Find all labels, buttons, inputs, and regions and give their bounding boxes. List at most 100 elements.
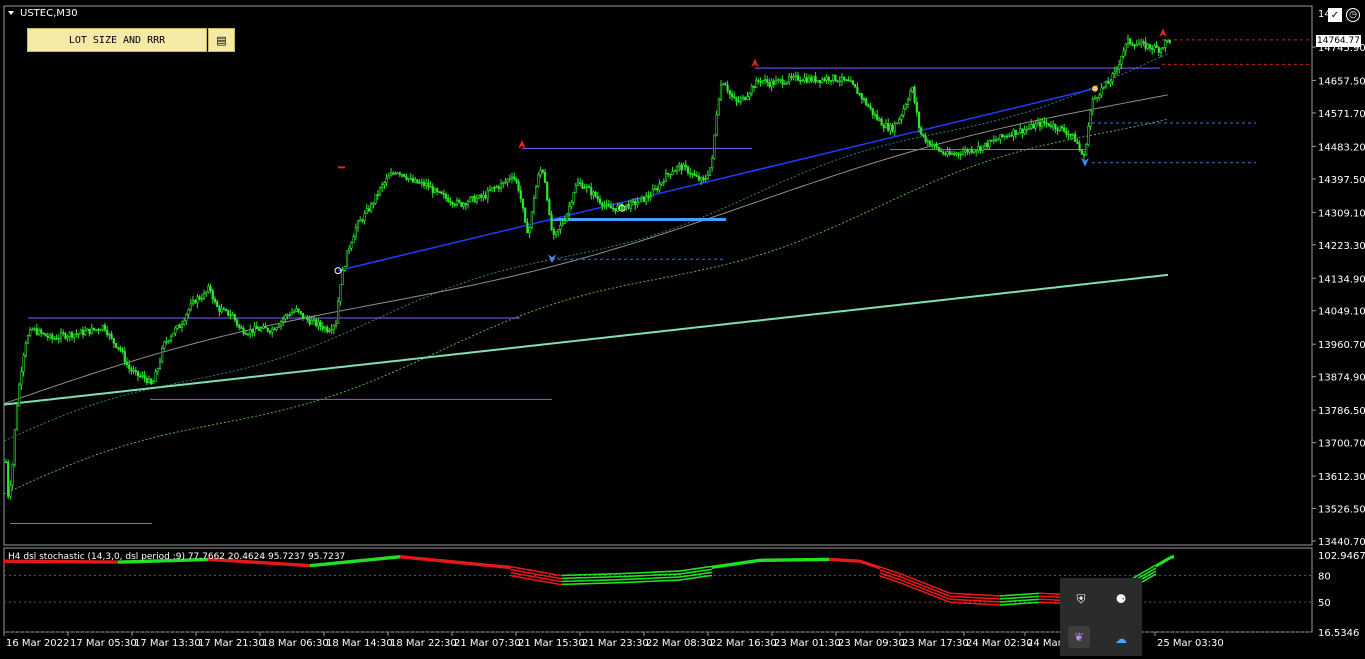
candle-body <box>934 144 936 145</box>
candle-body <box>1154 46 1156 50</box>
candle-body <box>439 192 441 193</box>
candle-body <box>117 347 119 348</box>
stochastic-segment <box>532 570 535 571</box>
candle-body <box>307 317 309 320</box>
candle-body <box>1083 154 1085 155</box>
candle-body <box>406 177 408 180</box>
indicator-axis-label: 16.5346 <box>1318 628 1359 639</box>
candle-body <box>27 336 29 343</box>
feather-app-icon[interactable]: ❦ <box>1068 626 1090 648</box>
candle-body <box>223 309 225 310</box>
checkbox-icon[interactable]: ✓ <box>1328 8 1342 22</box>
shield-check-icon[interactable]: ⛨ <box>1070 588 1092 610</box>
candle-body <box>199 297 201 299</box>
candle-body <box>258 329 260 331</box>
anchor-point-icon <box>1092 86 1098 92</box>
candle-body <box>507 179 509 182</box>
candle-body <box>1129 39 1131 44</box>
indicator-axis-label: 50 <box>1318 598 1331 609</box>
stochastic-segment <box>880 576 883 577</box>
candle-body <box>166 341 168 342</box>
symbol-menu-arrow-icon[interactable] <box>8 11 14 15</box>
candle-body <box>575 186 577 193</box>
candle-body <box>395 173 397 174</box>
calculator-icon[interactable]: ▤ <box>208 28 235 52</box>
stochastic-segment <box>535 571 538 572</box>
candle-body <box>685 165 687 167</box>
clock-icon[interactable]: ◷ <box>1346 8 1360 22</box>
sell-arrow-icon <box>751 58 759 67</box>
time-tick-label: 22 Mar 08:30 <box>646 638 713 649</box>
candle-body <box>577 183 579 186</box>
stochastic-segment <box>532 576 535 577</box>
chart-canvas[interactable]: 102.9467805016.5346 14745.9014657.501457… <box>0 0 1365 656</box>
stochastic-segment <box>925 589 928 590</box>
stochastic-segment <box>1144 576 1147 578</box>
marks-layer <box>335 28 1167 273</box>
candle-body <box>1138 44 1140 45</box>
price-tick-label: 13874.90 <box>1318 373 1365 384</box>
candle-body <box>144 375 146 378</box>
candle-body <box>676 167 678 171</box>
candle-body <box>566 214 568 221</box>
chart-root[interactable]: 102.9467805016.5346 14745.9014657.501457… <box>0 0 1365 656</box>
candle-body <box>271 329 273 332</box>
time-tick-label: 17 Mar 21:30 <box>198 638 265 649</box>
candle-body <box>984 143 986 146</box>
candle-body <box>804 78 806 81</box>
candle-body <box>126 362 128 365</box>
stochastic-segment <box>883 577 886 578</box>
stochastic-segment <box>538 581 541 582</box>
candle-body <box>342 270 344 284</box>
candle-body <box>423 182 425 185</box>
lot-size-button[interactable]: LOT SIZE AND RRR <box>27 28 207 52</box>
candle-body <box>1151 48 1153 49</box>
candle-body <box>874 114 876 115</box>
candle-body <box>232 315 234 316</box>
stochastic-segment <box>1150 567 1153 569</box>
stochastic-segment <box>544 573 547 574</box>
stochastic-segment <box>865 564 868 565</box>
candle-body <box>1002 135 1004 137</box>
candle-body <box>351 243 353 249</box>
candle-body <box>637 202 639 204</box>
stochastic-segment <box>943 600 946 601</box>
candle-body <box>780 80 782 81</box>
audio-icon[interactable]: ⚈ <box>1110 588 1132 610</box>
candle-body <box>881 119 883 125</box>
candle-body <box>131 369 133 371</box>
candle-body <box>1158 48 1160 53</box>
candle-body <box>485 195 487 198</box>
candle-body <box>29 329 31 335</box>
candle-body <box>430 187 432 188</box>
candle-body <box>425 183 427 185</box>
candle-body <box>111 334 113 338</box>
candle-body <box>60 333 62 338</box>
candle-body <box>322 326 324 329</box>
candle-body <box>300 311 302 313</box>
candle-body <box>808 78 810 83</box>
candle-body <box>333 326 335 330</box>
stochastic-segment <box>928 594 931 595</box>
candle-body <box>1039 122 1041 127</box>
candle-body <box>230 315 232 316</box>
candle-body <box>109 334 111 335</box>
stochastic-segment <box>910 581 913 582</box>
candle-body <box>153 381 155 383</box>
candle-body <box>905 105 907 109</box>
stochastic-segment <box>523 572 526 573</box>
candle-body <box>181 324 183 327</box>
candle-body <box>927 141 929 142</box>
candle-body <box>791 76 793 77</box>
stochastic-segment <box>859 562 862 563</box>
cloud-icon[interactable]: ☁ <box>1110 628 1132 650</box>
stochastic-segment <box>898 573 901 574</box>
time-tick-label: 21 Mar 15:30 <box>518 638 585 649</box>
stochastic-segment <box>919 581 922 582</box>
candle-body <box>579 183 581 184</box>
candle-body <box>243 329 245 334</box>
candle-body <box>469 198 471 202</box>
main-plot-border <box>4 6 1312 545</box>
indicator-axis-label: 80 <box>1318 571 1331 582</box>
stochastic-segment <box>547 576 550 577</box>
